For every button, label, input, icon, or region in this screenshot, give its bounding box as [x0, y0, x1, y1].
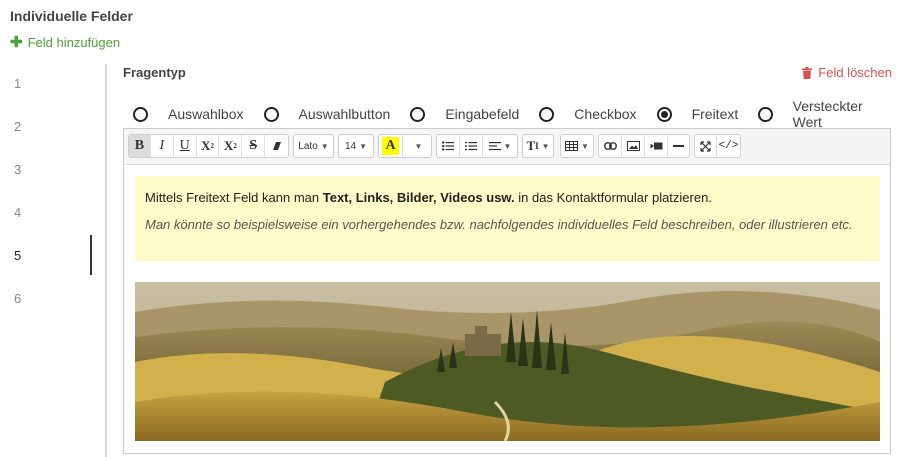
caret-down-icon: ▼ [320, 141, 329, 151]
color-button-group: A ▼ [378, 134, 432, 158]
italic-icon[interactable]: I [151, 135, 174, 157]
radio-auswahlbutton[interactable]: Auswahlbutton [263, 106, 411, 122]
plus-icon: ✚ [10, 34, 23, 51]
radio-dot [660, 110, 668, 118]
field-number-item[interactable]: 3 [14, 162, 21, 177]
view-button-group: </> [694, 134, 741, 158]
editor-toolbar: B I U X2 X2 S Lato ▼ 14 ▼ A ▼ ▼ T I ▼ ▼ … [124, 129, 890, 165]
trash-icon [802, 66, 813, 79]
font-size-value: 14 [344, 140, 357, 152]
insert-button-group [598, 134, 690, 158]
radio-checkbox[interactable]: Checkbox [539, 106, 656, 122]
radio-label: Auswahlbutton [298, 106, 391, 122]
caret-down-icon: ▼ [541, 141, 550, 151]
font-family-value: Lato [298, 140, 318, 152]
note-line-2: Man könnte so beispielsweise ein vorherg… [145, 217, 853, 232]
line-height-select[interactable]: T I ▼ [522, 134, 554, 158]
radio-label: Eingabefeld [445, 106, 520, 122]
link-icon[interactable] [599, 135, 622, 157]
field-number-item[interactable]: 6 [14, 291, 21, 306]
font-family-select[interactable]: Lato ▼ [293, 134, 334, 158]
radio-circle[interactable] [263, 106, 279, 122]
active-field-indicator [90, 235, 92, 275]
radio-circle[interactable] [133, 106, 148, 122]
unordered-list-icon[interactable] [437, 135, 460, 157]
strikethrough-icon[interactable]: S [242, 135, 266, 157]
intro-text: Mittels Freitext Feld kann man [145, 190, 323, 205]
ordered-list-icon[interactable] [460, 135, 483, 157]
intro-bold-text: Text, Links, Bilder, Videos usw. [322, 190, 515, 205]
radio-circle-checked[interactable] [656, 106, 672, 122]
radio-auswahlbox[interactable]: Auswahlbox [133, 106, 264, 122]
horizontal-rule-icon[interactable] [668, 135, 689, 157]
fullscreen-icon[interactable] [695, 135, 717, 157]
caret-down-icon: ▼ [503, 141, 512, 151]
info-note: Mittels Freitext Feld kann man Text, Lin… [135, 176, 880, 261]
field-number-item-active[interactable]: 5 [14, 248, 21, 263]
video-icon[interactable] [645, 135, 668, 157]
radio-label: Freitext [691, 106, 739, 122]
radio-circle[interactable] [539, 106, 555, 122]
text-color-icon[interactable]: A [379, 135, 403, 157]
subscript-icon[interactable]: X2 [219, 135, 243, 157]
table-icon: ▼ [561, 135, 593, 157]
radio-label: Versteckter Wert [792, 98, 863, 130]
editor-content[interactable]: Mittels Freitext Feld kann man Text, Lin… [135, 176, 880, 441]
bold-icon[interactable]: B [129, 135, 151, 157]
field-number-item[interactable]: 4 [14, 205, 21, 220]
radio-versteckter-wert[interactable]: Versteckter Wert [758, 98, 910, 130]
eraser-icon[interactable] [265, 135, 288, 157]
caret-down-icon: ▼ [581, 141, 589, 151]
delete-field-label: Feld löschen [818, 65, 892, 80]
add-field-button[interactable]: ✚ Feld hinzufügen [10, 35, 120, 50]
format-button-group: B I U X2 X2 S [128, 134, 289, 158]
radio-label: Checkbox [574, 106, 637, 122]
add-field-label: Feld hinzufügen [27, 35, 121, 50]
list-button-group: ▼ [436, 134, 518, 158]
field-number-item[interactable]: 1 [14, 76, 21, 91]
font-size-select[interactable]: 14 ▼ [338, 134, 374, 158]
note-line-1: Mittels Freitext Feld kann man Text, Lin… [145, 187, 870, 209]
code-view-icon[interactable]: </> [717, 135, 740, 157]
rich-text-editor: B I U X2 X2 S Lato ▼ 14 ▼ A ▼ ▼ T I ▼ ▼ … [123, 128, 891, 454]
underline-icon[interactable]: U [174, 135, 197, 157]
divider-line [105, 64, 107, 457]
radio-circle[interactable] [758, 106, 773, 122]
radio-label: Auswahlbox [168, 106, 244, 122]
table-select[interactable]: ▼ [560, 134, 594, 158]
line-height-icon: T I ▼ [526, 138, 550, 153]
field-number-item[interactable]: 2 [14, 119, 21, 134]
question-type-radio-group: Auswahlbox Auswahlbutton Eingabefeld Che… [133, 98, 910, 130]
color-dropdown-button[interactable]: ▼ [403, 135, 431, 157]
superscript-icon[interactable]: X2 [197, 135, 220, 157]
radio-eingabefeld[interactable]: Eingabefeld [410, 106, 539, 122]
picture-icon[interactable] [622, 135, 645, 157]
radio-freitext[interactable]: Freitext [656, 106, 759, 122]
question-type-label: Fragentyp [123, 65, 186, 80]
caret-down-icon: ▼ [359, 141, 368, 151]
section-title: Individuelle Felder [10, 8, 133, 24]
radio-circle[interactable] [410, 106, 426, 122]
caret-down-icon: ▼ [414, 141, 423, 151]
intro-end-text: in das Kontaktformular platzieren. [514, 190, 712, 205]
delete-field-button[interactable]: Feld löschen [802, 65, 892, 80]
landscape-image [135, 282, 880, 441]
align-icon[interactable]: ▼ [483, 135, 517, 157]
